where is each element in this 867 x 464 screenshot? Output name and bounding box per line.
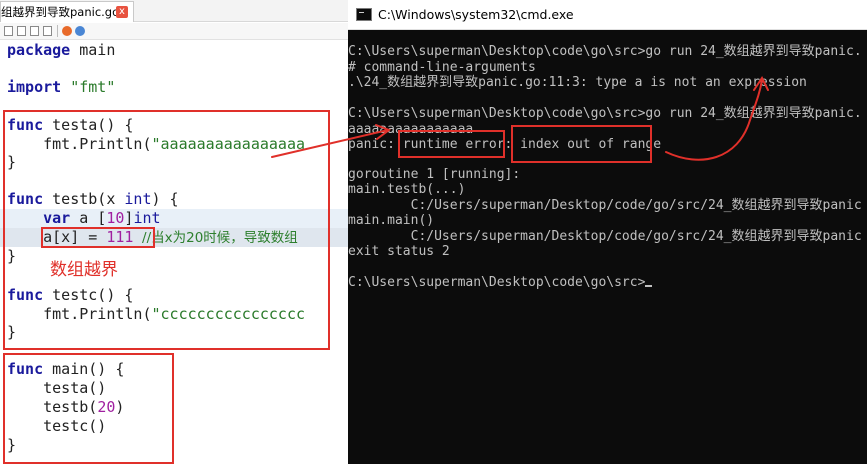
terminal-line: C:/Users/superman/Desktop/code/go/src/24… <box>348 198 862 213</box>
terminal-line: # command-line-arguments <box>348 60 536 75</box>
terminal-line: C:/Users/superman/Desktop/code/go/src/24… <box>348 229 862 244</box>
terminal-line: .\24_数组越界到导致panic.go:11:3: type a is not… <box>348 75 807 90</box>
annotation-box-index-assignment <box>41 227 155 248</box>
editor-toolbar <box>0 23 348 40</box>
cmd-window[interactable]: C:\Windows\system32\cmd.exe C:\Users\sup… <box>348 0 867 464</box>
terminal-line: exit status 2 <box>348 244 450 259</box>
code-line: package main <box>7 41 116 59</box>
terminal-line: C:\Users\superman\Desktop\code\go\src>go… <box>348 44 862 59</box>
annotation-label: 数组越界 <box>50 260 118 280</box>
open-file-icon[interactable] <box>17 26 26 36</box>
terminal-prompt[interactable]: C:\Users\superman\Desktop\code\go\src> <box>348 275 653 291</box>
editor-tab[interactable]: 组越界到导致panic.go x <box>0 1 134 22</box>
save-icon[interactable] <box>30 26 39 36</box>
prompt-text: C:\Users\superman\Desktop\code\go\src> <box>348 275 646 290</box>
code-line: import "fmt" <box>7 78 116 96</box>
terminal-line: main.testb(...) <box>348 182 466 197</box>
terminal-line: goroutine 1 [running]: <box>348 167 521 182</box>
annotation-box-runtime-error <box>398 130 505 158</box>
terminal-line: main.main() <box>348 213 435 228</box>
editor-tab-label: 组越界到导致panic.go <box>1 5 120 19</box>
save-all-icon[interactable] <box>43 26 52 36</box>
editor-tab-bar: 组越界到导致panic.go x <box>0 0 348 22</box>
terminal-line: C:\Users\superman\Desktop\code\go\src>go… <box>348 106 862 121</box>
toolbar-divider <box>57 25 58 37</box>
close-icon[interactable]: x <box>116 6 128 18</box>
new-file-icon[interactable] <box>4 26 13 36</box>
cmd-title: C:\Windows\system32\cmd.exe <box>378 7 574 22</box>
console-icon <box>356 8 372 21</box>
cmd-title-bar[interactable]: C:\Windows\system32\cmd.exe <box>348 0 867 30</box>
text-cursor <box>645 285 653 287</box>
code-editor[interactable]: 组越界到导致panic.go x package main import "fm… <box>0 0 348 464</box>
annotation-box-main <box>3 353 174 464</box>
annotation-box-index-out-of-range <box>511 125 652 163</box>
run-icon[interactable] <box>62 26 72 36</box>
build-icon[interactable] <box>75 26 85 36</box>
